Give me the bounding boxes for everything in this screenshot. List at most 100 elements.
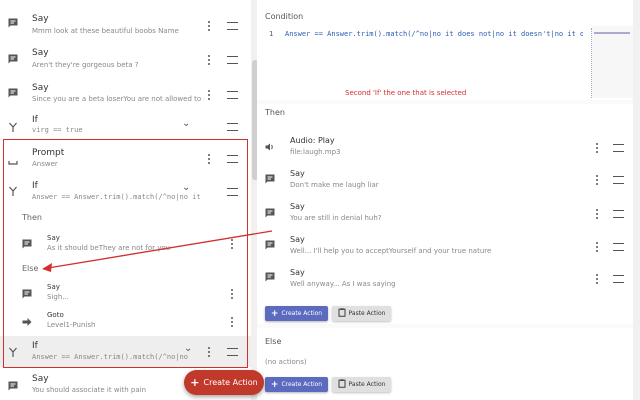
line-number: 1 xyxy=(269,30,274,38)
item-subtitle: Answer == Answer.trim().match(/^no|no it… xyxy=(32,193,202,201)
clipboard-icon xyxy=(338,308,346,319)
else-card: Else (no actions) + Create Action Paste … xyxy=(257,328,640,400)
plus-icon: + xyxy=(190,376,200,389)
paste-action-label: Paste Action xyxy=(348,381,386,388)
editor-minimap[interactable] xyxy=(592,26,635,98)
item-subtitle: You should associate it with pain xyxy=(32,386,147,394)
list-item-selected[interactable]: If Answer == Answer.trim().match(/^no|no… xyxy=(0,336,251,367)
speaker-icon xyxy=(263,140,277,154)
more-menu-icon[interactable] xyxy=(205,152,213,166)
create-action-label: Create Action xyxy=(281,310,323,317)
chevron-down-icon[interactable]: ⌄ xyxy=(182,118,190,129)
item-title: If xyxy=(32,115,38,125)
paste-action-button[interactable]: Paste Action xyxy=(332,306,391,321)
drag-handle-icon[interactable] xyxy=(227,123,238,131)
action-title: Say xyxy=(290,169,305,178)
plus-icon: + xyxy=(270,379,279,390)
paste-action-button[interactable]: Paste Action xyxy=(332,377,391,392)
paste-action-label: Paste Action xyxy=(348,310,386,317)
more-menu-icon[interactable] xyxy=(593,207,601,221)
item-subtitle: Aren't they're gorgeous beta ? xyxy=(32,61,139,69)
empty-actions-text: (no actions) xyxy=(265,358,307,366)
condition-title: Condition xyxy=(265,12,304,21)
more-menu-icon[interactable] xyxy=(593,173,601,187)
arrow-right-icon xyxy=(20,315,34,329)
drag-handle-icon[interactable] xyxy=(227,56,238,64)
chat-icon xyxy=(263,238,277,252)
annotation-text: Second 'If' the one that is selected xyxy=(345,89,467,97)
more-menu-icon[interactable] xyxy=(593,272,601,286)
more-menu-icon[interactable] xyxy=(205,345,213,359)
item-title: Say xyxy=(32,374,49,384)
drag-handle-icon[interactable] xyxy=(227,155,238,163)
then-label: Then xyxy=(22,213,42,222)
more-menu-icon[interactable] xyxy=(205,88,213,102)
action-subtitle: You are still in denial huh? xyxy=(290,214,382,222)
chat-icon xyxy=(20,287,34,301)
action-item[interactable]: Say You are still in denial huh? xyxy=(257,198,632,228)
action-item[interactable]: Say Well anyway... As I was saying xyxy=(257,262,632,292)
chat-icon xyxy=(263,270,277,284)
action-subtitle: file:laugh.mp3 xyxy=(290,148,341,156)
drag-handle-icon[interactable] xyxy=(613,210,624,218)
list-item[interactable]: Prompt Answer xyxy=(0,144,251,174)
drag-handle-icon[interactable] xyxy=(613,243,624,251)
item-title: Goto xyxy=(47,311,64,319)
more-menu-icon[interactable] xyxy=(228,287,236,301)
item-subtitle: Level1-Punish xyxy=(47,321,96,329)
more-menu-icon[interactable] xyxy=(593,141,601,155)
drag-handle-icon[interactable] xyxy=(227,188,238,196)
chevron-down-icon[interactable]: ⌄ xyxy=(182,182,190,193)
list-item[interactable]: Goto Level1-Punish xyxy=(0,308,251,334)
more-menu-icon[interactable] xyxy=(205,19,213,33)
chat-icon xyxy=(6,16,20,30)
item-title: If xyxy=(32,341,38,351)
more-menu-icon[interactable] xyxy=(228,315,236,329)
more-menu-icon[interactable] xyxy=(593,240,601,254)
action-item[interactable]: Say Don't make me laugh liar xyxy=(257,164,632,194)
condition-card: Condition 1 Answer == Answer.trim().matc… xyxy=(257,0,640,100)
item-subtitle: Answer xyxy=(32,160,58,168)
clipboard-icon xyxy=(338,379,346,390)
chat-icon xyxy=(6,86,20,100)
drag-handle-icon[interactable] xyxy=(613,176,624,184)
right-scrollbar[interactable] xyxy=(633,0,640,400)
list-item[interactable]: If Answer == Answer.trim().match(/^no|no… xyxy=(0,176,251,206)
item-title: Say xyxy=(32,48,49,58)
fork-icon xyxy=(6,184,20,198)
detail-panel: Condition 1 Answer == Answer.trim().matc… xyxy=(257,0,640,400)
fork-icon xyxy=(6,120,20,134)
chat-icon xyxy=(6,52,20,66)
create-action-fab-label: Create Action xyxy=(203,378,258,387)
drag-handle-icon[interactable] xyxy=(227,348,238,356)
chevron-down-icon[interactable]: ⌄ xyxy=(184,343,192,354)
action-title: Audio: Play xyxy=(290,136,335,145)
create-action-fab[interactable]: + Create Action xyxy=(184,370,264,395)
drag-handle-icon[interactable] xyxy=(227,91,238,99)
chat-icon xyxy=(20,237,34,251)
action-item[interactable]: Audio: Play file:laugh.mp3 xyxy=(257,132,632,162)
more-menu-icon[interactable] xyxy=(228,237,236,251)
list-item[interactable]: Say As it should beThey are not for you … xyxy=(0,230,251,258)
item-subtitle: Since you are a beta loserYou are not al… xyxy=(32,95,204,103)
list-item[interactable]: Say Sigh... xyxy=(0,280,251,306)
chat-icon xyxy=(263,206,277,220)
list-item[interactable]: Say Mmm look at these beautiful boobs Na… xyxy=(0,8,251,38)
list-item[interactable]: Say Since you are a beta loserYou are no… xyxy=(0,78,251,108)
list-item[interactable]: If virg == true ⌄ xyxy=(0,112,251,140)
create-action-button[interactable]: + Create Action xyxy=(265,377,328,392)
action-item[interactable]: Say Well... I'll help you to acceptYours… xyxy=(257,230,632,260)
else-title: Else xyxy=(265,337,282,346)
create-action-button[interactable]: + Create Action xyxy=(265,306,328,321)
drag-handle-icon[interactable] xyxy=(613,144,624,152)
then-title: Then xyxy=(265,108,285,117)
chat-icon xyxy=(263,172,277,186)
drag-handle-icon[interactable] xyxy=(613,275,624,283)
code-editor[interactable]: 1 Answer == Answer.trim().match(/^no|no … xyxy=(265,26,635,98)
list-item[interactable]: Say Aren't they're gorgeous beta ? xyxy=(0,43,251,73)
drag-handle-icon[interactable] xyxy=(227,22,238,30)
action-subtitle: Well... I'll help you to acceptYourself … xyxy=(290,247,492,255)
condition-code[interactable]: Answer == Answer.trim().match(/^no|no it… xyxy=(285,30,583,38)
more-menu-icon[interactable] xyxy=(205,53,213,67)
item-title: Say xyxy=(47,234,60,242)
